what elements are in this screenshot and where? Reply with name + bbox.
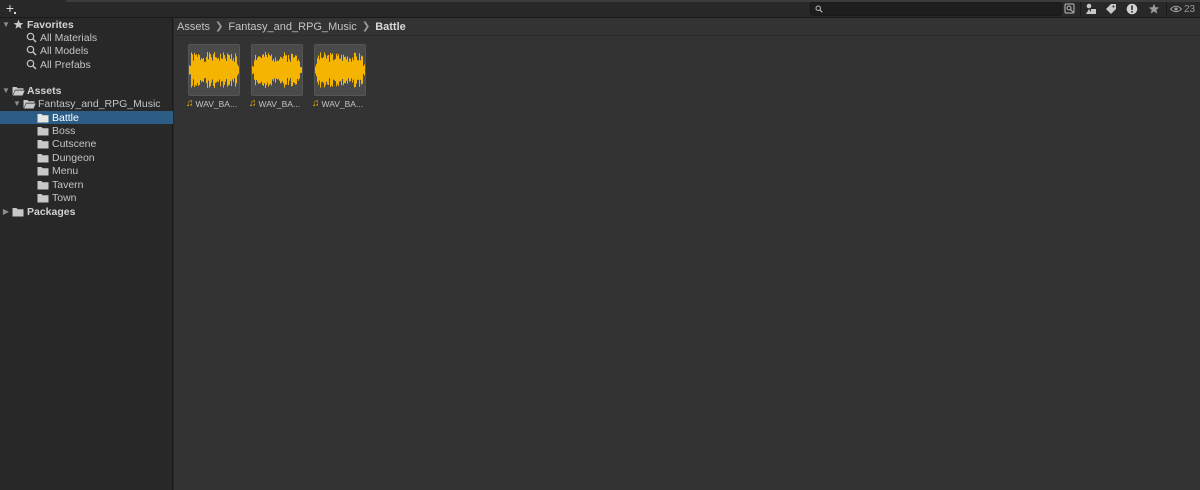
asset-tile[interactable]: ♫ WAV_BA... (249, 44, 303, 114)
collapse-arrow-icon[interactable]: ▼ (1, 86, 11, 96)
error-warning-icon[interactable] (1123, 1, 1141, 17)
favorites-header[interactable]: ▼ Favorites (0, 18, 173, 31)
add-asset-button[interactable]: + (2, 0, 18, 16)
audio-waveform-thumbnail (188, 44, 240, 96)
asset-tile[interactable]: ♫ WAV_BA... (186, 44, 240, 114)
asset-name: WAV_BA... (258, 99, 301, 109)
search-input[interactable] (825, 3, 1055, 15)
folder-menu[interactable]: Menu (0, 164, 173, 177)
favorites-item-all-materials[interactable]: All Materials (0, 31, 173, 44)
breadcrumb-item-battle[interactable]: Battle (375, 21, 406, 33)
folder-open-icon (11, 85, 25, 97)
favorites-item-all-prefabs[interactable]: All Prefabs (0, 58, 173, 71)
chevron-right-icon: ❯ (215, 21, 224, 32)
folder-icon (36, 112, 50, 124)
packages-root[interactable]: ▶ Packages (0, 205, 173, 218)
waveform-icon (252, 45, 302, 95)
waveform-icon (315, 45, 365, 95)
folder-tavern[interactable]: Tavern (0, 178, 173, 191)
audio-clip-icon: ♫ (186, 98, 194, 109)
search-by-type-icon[interactable] (1061, 1, 1079, 17)
folder-open-icon (22, 98, 36, 110)
favorites-item-all-models[interactable]: All Models (0, 44, 173, 57)
audio-clip-icon: ♫ (249, 98, 257, 109)
asset-label: ♫ WAV_BA... (249, 98, 309, 110)
chevron-right-icon: ❯ (361, 21, 371, 32)
audio-clip-icon: ♫ (312, 98, 320, 109)
asset-label: ♫ WAV_BA... (186, 98, 246, 110)
folder-tree-sidebar: ▼ Favorites All Materials All Models All… (0, 18, 173, 490)
folder-icon (11, 206, 25, 218)
folder-label: Boss (52, 124, 76, 137)
favorites-item-label: All Models (40, 44, 89, 57)
audio-waveform-thumbnail (314, 44, 366, 96)
folder-cutscene[interactable]: Cutscene (0, 137, 173, 150)
filter-by-label-icon[interactable] (1102, 1, 1120, 17)
asset-tile[interactable]: ♫ WAV_BA... (312, 44, 366, 114)
search-icon (24, 32, 38, 44)
folder-label: Cutscene (52, 137, 97, 150)
hidden-count-label: 23 (1184, 3, 1196, 15)
waveform-icon (189, 45, 239, 95)
folder-dungeon[interactable]: Dungeon (0, 151, 173, 164)
favorite-star-icon[interactable] (1145, 1, 1163, 17)
folder-label: Fantasy_and_RPG_Music (38, 97, 161, 110)
assets-root[interactable]: ▼ Assets (0, 84, 173, 97)
favorites-label: Favorites (27, 18, 74, 31)
favorites-item-label: All Prefabs (40, 58, 91, 71)
search-icon (24, 59, 38, 71)
asset-name: WAV_BA... (195, 99, 238, 109)
folder-icon (36, 192, 50, 204)
asset-label: ♫ WAV_BA... (312, 98, 372, 110)
project-toolbar: + 23 (0, 0, 1200, 18)
packages-label: Packages (27, 205, 76, 218)
search-field[interactable] (810, 2, 1062, 16)
collapse-arrow-icon[interactable]: ▼ (12, 99, 22, 109)
breadcrumb-item-assets[interactable]: Assets (177, 21, 210, 33)
folder-icon (36, 152, 50, 164)
folder-icon (36, 179, 50, 191)
search-icon (24, 45, 38, 57)
breadcrumb: Assets ❯ Fantasy_and_RPG_Music ❯ Battle (174, 18, 1200, 36)
folder-label: Battle (52, 111, 79, 124)
folder-boss[interactable]: Boss (0, 124, 173, 137)
search-icon (815, 5, 823, 13)
favorites-star-icon (11, 19, 25, 31)
eye-icon (1170, 5, 1182, 13)
expand-arrow-icon[interactable]: ▶ (1, 207, 11, 217)
collapse-arrow-icon[interactable]: ▼ (1, 20, 11, 30)
folder-label: Town (52, 191, 77, 204)
folder-fantasy-and-rpg-music[interactable]: ▼ Fantasy_and_RPG_Music (0, 97, 173, 110)
hidden-packages-count[interactable]: 23 (1170, 1, 1195, 17)
audio-waveform-thumbnail (251, 44, 303, 96)
assets-label: Assets (27, 84, 62, 97)
folder-icon (36, 125, 50, 137)
folder-battle[interactable]: Battle (0, 111, 173, 124)
folder-town[interactable]: Town (0, 191, 173, 204)
filter-by-type-icon[interactable] (1082, 1, 1100, 17)
asset-name: WAV_BA... (321, 99, 364, 109)
folder-label: Menu (52, 164, 79, 177)
folder-label: Dungeon (52, 151, 95, 164)
folder-icon (36, 138, 50, 150)
breadcrumb-item-fantasy-and-rpg-music[interactable]: Fantasy_and_RPG_Music (228, 21, 356, 33)
folder-label: Tavern (52, 178, 84, 191)
favorites-item-label: All Materials (40, 31, 98, 44)
asset-browser-panel: Assets ❯ Fantasy_and_RPG_Music ❯ Battle … (174, 18, 1200, 490)
folder-icon (36, 165, 50, 177)
add-asset-label: + (5, 0, 15, 16)
